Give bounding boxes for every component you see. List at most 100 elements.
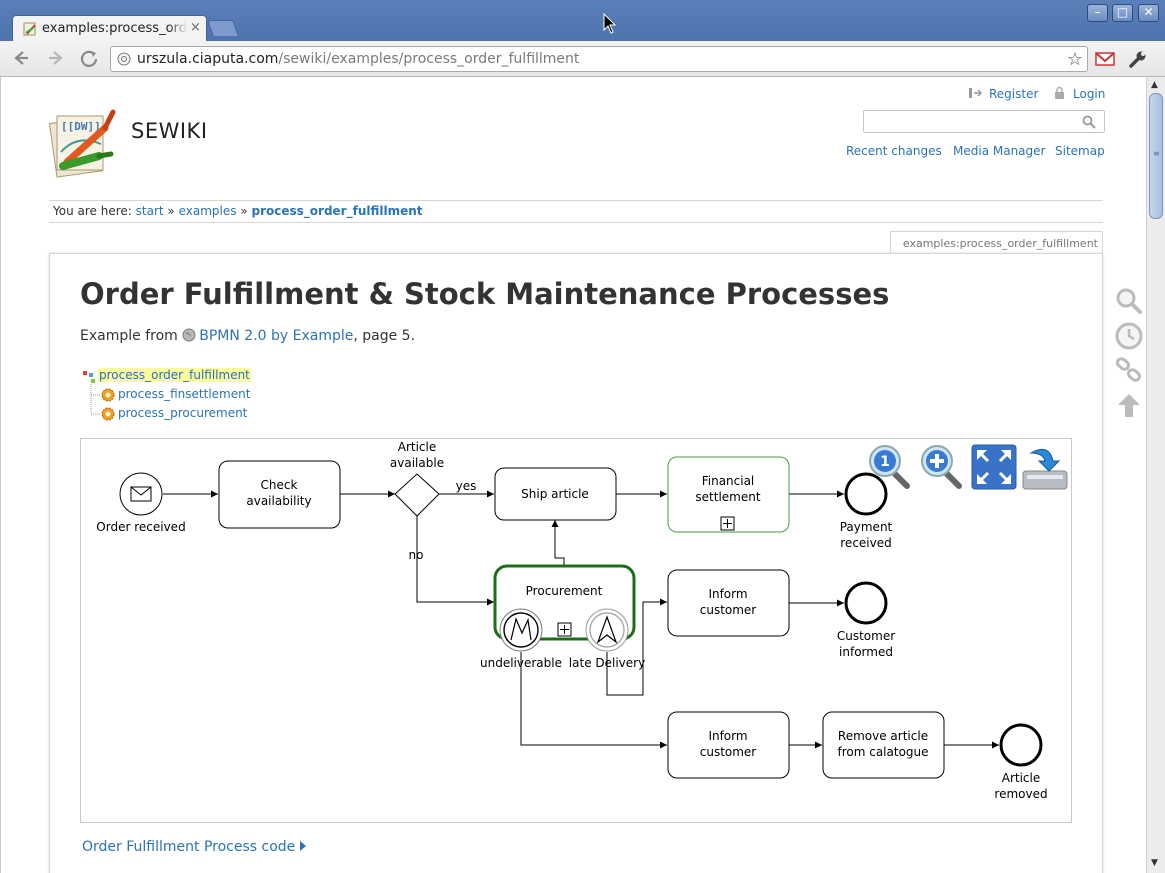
end-event-customer-informed[interactable]	[844, 581, 888, 625]
reload-icon[interactable]	[77, 47, 101, 69]
task-inform-customer-2[interactable]: Inform customer	[667, 711, 790, 779]
fullscreen-icon[interactable]	[970, 443, 1018, 491]
label-ship-article: Ship article	[521, 487, 589, 501]
wrench-menu-icon[interactable]	[1128, 50, 1148, 68]
forward-arrow-icon[interactable]	[44, 47, 68, 69]
boundary-event-undeliverable[interactable]	[499, 608, 543, 652]
label-remove-article-1: Remove article	[838, 729, 928, 743]
tree-item-procurement[interactable]: process_procurement	[118, 406, 247, 420]
scrollbar-grip: ≡	[1153, 149, 1160, 158]
recent-changes-link[interactable]: Recent changes	[846, 144, 942, 158]
svg-text:[[DW]]: [[DW]]	[61, 120, 101, 133]
task-check-availability[interactable]: Check availability	[218, 460, 341, 529]
url-host: urszula.ciaputa.com	[137, 51, 279, 67]
browser-tab-title: examples:process_order_fulfillment	[42, 21, 187, 36]
page-search-icon[interactable]	[1115, 287, 1143, 315]
intro-paragraph: Example from BPMN 2.0 by Example, page 5…	[80, 328, 415, 344]
label-order-received: Order received	[96, 520, 185, 534]
browser-tab-active[interactable]: examples:process_order_fulfillment ×	[12, 15, 207, 42]
scroll-up-arrow-icon[interactable]: ▲	[1151, 80, 1158, 90]
address-bar[interactable]: urszula.ciaputa.com/sewiki/examples/proc…	[110, 46, 1088, 72]
label-financial-settlement-2: settlement	[695, 490, 760, 504]
label-check-availability-2: availability	[246, 494, 311, 508]
window-minimize-button[interactable]: –	[1087, 4, 1108, 22]
intro-prefix: Example from	[80, 328, 178, 344]
scroll-down-arrow-icon[interactable]: ▼	[1151, 858, 1158, 868]
old-revisions-clock-icon[interactable]	[1115, 322, 1143, 350]
bookmark-star-icon[interactable]: ☆	[1067, 49, 1083, 70]
scrollbar-thumb[interactable]: ≡	[1149, 93, 1163, 219]
label-late-delivery: late Delivery	[569, 656, 645, 670]
tree-item-finsettlement[interactable]: process_finsettlement	[118, 387, 250, 401]
interwiki-globe-icon	[182, 328, 196, 342]
search-icon[interactable]	[1082, 115, 1096, 129]
task-inform-customer-1[interactable]: Inform customer	[667, 569, 790, 637]
zoom-in-icon[interactable]	[919, 443, 967, 491]
intro-suffix: , page 5.	[353, 328, 416, 344]
gmail-extension-icon[interactable]	[1095, 51, 1115, 67]
tab-close-icon[interactable]: ×	[190, 20, 201, 35]
label-customer-informed-2: informed	[839, 645, 893, 659]
code-link-label: Order Fulfillment Process code	[82, 839, 296, 855]
login-link[interactable]: Login	[1052, 87, 1105, 101]
vertical-scrollbar[interactable]: ▲ ≡ ▼	[1146, 77, 1165, 873]
register-icon	[969, 88, 983, 98]
new-tab-button[interactable]	[207, 20, 239, 36]
bpmn-book-link[interactable]: BPMN 2.0 by Example	[199, 328, 353, 344]
breadcrumb-item-current[interactable]: process_order_fulfillment	[252, 204, 423, 218]
tree-item-root[interactable]: process_order_fulfillment	[98, 368, 251, 382]
boundary-event-late-delivery[interactable]	[585, 608, 629, 652]
window-close-button[interactable]: ✕	[1138, 4, 1159, 22]
breadcrumb-item-examples[interactable]: examples	[179, 204, 237, 218]
page-id-label: examples:process_order_fulfillment	[890, 231, 1103, 254]
mouse-cursor-icon	[603, 13, 617, 34]
site-title[interactable]: SEWIKI	[131, 119, 208, 143]
backlinks-chain-icon[interactable]	[1115, 356, 1143, 384]
breadcrumb-item-start[interactable]: start	[136, 204, 164, 218]
back-to-top-arrow-icon[interactable]	[1115, 391, 1143, 419]
register-link[interactable]: Register	[968, 87, 1038, 101]
bpmn-diagram: Order received Check availability Articl…	[80, 438, 1072, 823]
sitemap-link[interactable]: Sitemap	[1055, 144, 1105, 158]
dokuwiki-logo-icon[interactable]: [[DW]]	[47, 104, 121, 178]
process-tree: process_order_fulfillment process_finset…	[81, 366, 281, 426]
back-arrow-icon[interactable]	[9, 47, 33, 69]
label-article-removed-2: removed	[994, 787, 1047, 801]
gear-icon	[101, 388, 115, 402]
label-article-available-1: Article	[398, 440, 437, 454]
svg-text:1: 1	[880, 454, 890, 470]
login-label: Login	[1073, 87, 1106, 101]
url-path: /sewiki/examples/process_order_fulfillme…	[278, 51, 580, 67]
breadcrumb-prefix: You are here:	[53, 204, 132, 218]
search-input[interactable]	[863, 110, 1105, 133]
gear-icon	[101, 407, 115, 421]
zoom-reset-icon[interactable]: 1	[867, 443, 915, 491]
label-inform-customer-1a: Inform	[708, 587, 747, 601]
gateway-article-available[interactable]	[394, 473, 440, 517]
dokuwiki-favicon-icon	[23, 22, 36, 36]
window-maximize-button[interactable]: □	[1112, 4, 1133, 22]
label-procurement: Procurement	[526, 584, 603, 598]
task-ship-article[interactable]: Ship article	[494, 467, 617, 521]
breadcrumb-separator: »	[167, 204, 175, 218]
page-info-icon[interactable]	[117, 52, 131, 66]
task-remove-article[interactable]: Remove article from calatogue	[822, 711, 945, 779]
page-title: Order Fulfillment & Stock Maintenance Pr…	[80, 277, 890, 311]
download-icon[interactable]	[1021, 443, 1069, 491]
url-text: urszula.ciaputa.com/sewiki/examples/proc…	[137, 51, 579, 67]
label-payment-received-2: received	[840, 536, 891, 550]
label-financial-settlement-1: Financial	[702, 474, 755, 488]
page-viewport: [[DW]] SEWIKI Register Login Recent chan…	[0, 77, 1146, 873]
subprocess-financial-settlement[interactable]: Financial settlement	[667, 456, 790, 533]
breadcrumb-separator: »	[240, 204, 248, 218]
end-event-article-removed[interactable]	[999, 723, 1043, 767]
media-manager-link[interactable]: Media Manager	[953, 144, 1045, 158]
browser-toolbar: urszula.ciaputa.com/sewiki/examples/proc…	[0, 41, 1165, 77]
label-customer-informed-1: Customer	[837, 629, 895, 643]
browser-titlebar: examples:process_order_fulfillment × – □…	[0, 0, 1165, 42]
label-yes: yes	[456, 479, 477, 493]
start-event-order-received[interactable]	[119, 472, 163, 516]
label-inform-customer-2b: customer	[700, 745, 757, 759]
caret-right-icon	[299, 841, 306, 851]
code-section-link[interactable]: Order Fulfillment Process code	[82, 839, 306, 855]
